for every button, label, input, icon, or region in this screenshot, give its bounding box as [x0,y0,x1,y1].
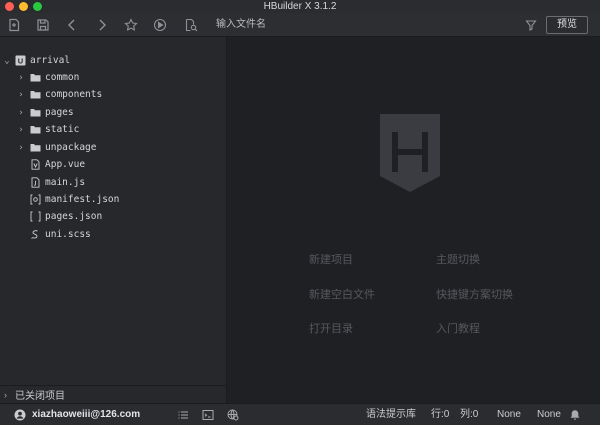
editor-welcome-area: 新建项目 主题切换 新建空白文件 快捷键方案切换 打开目录 入门教程 [228,37,600,403]
js-file-icon [30,177,41,188]
svg-text:U: U [18,56,23,65]
tree-item-label: main.js [45,177,86,188]
tree-item-label: components [45,89,103,100]
language-selector[interactable]: None [537,404,561,425]
terminal-icon[interactable] [201,408,215,422]
tree-item-label: App.vue [45,159,86,170]
user-avatar-icon[interactable] [13,408,27,422]
tree-item-label: pages.json [45,211,103,222]
tree-item-uni-scss[interactable]: uni.scss [0,226,227,243]
scss-file-icon [30,229,41,240]
tree-item-label: manifest.json [45,194,120,205]
tree-item-manifest-json[interactable]: manifest.json [0,191,227,208]
tree-item-components[interactable]: › components [0,86,227,103]
row-indicator: 行:0 [431,409,450,420]
chevron-right-icon[interactable]: › [16,143,26,153]
toolbar: 输入文件名 预览 [0,13,600,37]
folder-icon [30,72,41,83]
bell-icon[interactable] [568,408,582,422]
new-project-link[interactable]: 新建项目 [309,251,353,267]
folder-icon [30,124,41,135]
chevron-right-icon[interactable]: › [16,125,26,135]
tree-item-unpackage[interactable]: › unpackage [0,139,227,156]
title-bar: HBuilder X 3.1.2 [0,0,600,13]
encoding-selector[interactable]: None [497,404,521,425]
getting-started-link[interactable]: 入门教程 [436,320,480,336]
star-icon[interactable] [123,17,139,33]
run-icon[interactable] [152,17,168,33]
manifest-file-icon [30,194,41,205]
closed-projects-label: 已关闭项目 [15,391,65,402]
open-directory-link[interactable]: 打开目录 [309,320,353,336]
new-file-icon[interactable] [6,17,22,33]
chevron-right-icon[interactable]: › [4,390,7,400]
hbuilder-logo [378,112,442,194]
project-explorer: ⌄ U arrival › common › components › page… [0,37,227,403]
tree-item-label: static [45,124,80,135]
json-file-icon [30,211,41,222]
tree-item-pages-json[interactable]: pages.json [0,208,227,225]
folder-icon [30,107,41,118]
chevron-right-icon[interactable]: › [16,90,26,100]
tree-item-label: uni.scss [45,229,91,240]
tree-item-label: arrival [30,55,71,66]
chevron-right-icon[interactable]: › [16,73,26,83]
tree-item-app-vue[interactable]: App.vue [0,156,227,173]
tree-item-arrival[interactable]: ⌄ U arrival [0,52,227,69]
save-icon[interactable] [35,17,51,33]
grammar-library-button[interactable]: 语法提示库 [366,404,416,425]
tree-item-static[interactable]: › static [0,121,227,138]
tree-item-label: unpackage [45,142,97,153]
folder-icon [30,142,41,153]
column-indicator: 列:0 [460,409,479,420]
user-account[interactable]: xiazhaoweiii@126.com [32,404,140,425]
tree-item-common[interactable]: › common [0,69,227,86]
window-title: HBuilder X 3.1.2 [263,1,337,12]
folder-icon [30,89,41,100]
tree-item-main-js[interactable]: main.js [0,174,227,191]
chevron-right-icon[interactable]: › [16,108,26,118]
list-icon[interactable] [176,408,190,422]
keymap-switch-link[interactable]: 快捷键方案切换 [436,286,513,302]
filter-icon[interactable] [523,17,539,33]
tree-item-label: common [45,72,80,83]
new-blank-file-link[interactable]: 新建空白文件 [309,286,375,302]
status-bar: xiazhaoweiii@126.com 语法提示库 行:0 列:0 None … [0,403,600,425]
globe-settings-icon[interactable] [226,408,240,422]
closed-projects-section[interactable]: › 已关闭项目 [0,385,227,403]
forward-icon[interactable] [94,17,110,33]
uniapp-project-icon: U [15,55,26,66]
file-search-icon[interactable] [183,17,199,33]
chevron-down-icon[interactable]: ⌄ [2,56,12,66]
theme-switch-link[interactable]: 主题切换 [436,251,480,267]
preview-button[interactable]: 预览 [546,16,588,34]
tree-item-pages[interactable]: › pages [0,104,227,121]
file-search-input[interactable]: 输入文件名 [216,18,266,32]
back-icon[interactable] [64,17,80,33]
vue-file-icon [30,159,41,170]
tree-item-label: pages [45,107,74,118]
